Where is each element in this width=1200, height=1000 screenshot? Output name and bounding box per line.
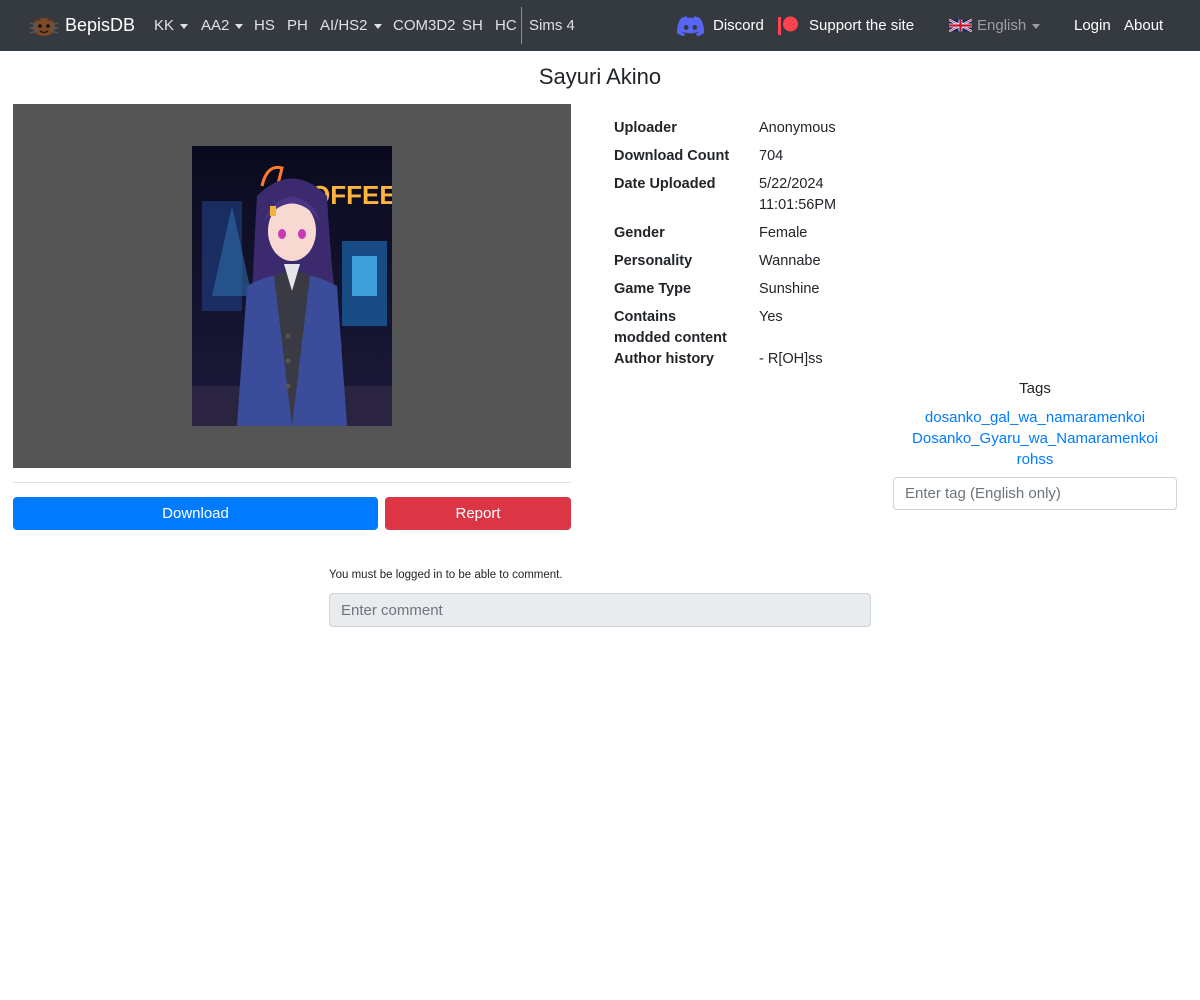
nav-ph-label: PH bbox=[287, 17, 308, 34]
about-label: About bbox=[1124, 17, 1164, 34]
nav-aihs2-dropdown[interactable]: AI/HS2 bbox=[320, 0, 382, 51]
nav-kk-dropdown[interactable]: KK bbox=[154, 0, 189, 51]
bepis-logo-icon bbox=[29, 16, 59, 36]
nav-sims4-link[interactable]: Sims 4 bbox=[529, 0, 575, 51]
discord-link[interactable]: Discord bbox=[677, 0, 764, 51]
caret-down-icon bbox=[1032, 24, 1041, 29]
nav-kk-label: KK bbox=[154, 17, 175, 34]
report-button[interactable]: Report bbox=[385, 497, 571, 530]
nav-aa2-label: AA2 bbox=[201, 17, 230, 34]
language-dropdown[interactable]: English bbox=[949, 0, 1041, 51]
discord-label: Discord bbox=[713, 17, 764, 34]
tags-heading: Tags bbox=[1019, 380, 1051, 397]
nav-sh-label: SH bbox=[462, 17, 483, 34]
nav-aihs2-label: AI/HS2 bbox=[320, 17, 368, 34]
nav-aa2-dropdown[interactable]: AA2 bbox=[201, 0, 244, 51]
tags-list: dosanko_gal_wa_namaramenkoi Dosanko_Gyar… bbox=[893, 407, 1177, 470]
divider bbox=[13, 482, 571, 483]
login-label: Login bbox=[1074, 17, 1111, 34]
date-uploaded-label: Date Uploaded bbox=[614, 176, 716, 192]
nav-divider bbox=[521, 7, 522, 44]
character-illustration: OFFEE bbox=[192, 146, 392, 426]
nav-hs-link[interactable]: HS bbox=[254, 0, 275, 51]
patreon-icon bbox=[778, 16, 798, 35]
game-type-value: Sunshine bbox=[759, 281, 820, 297]
game-type-label: Game Type bbox=[614, 281, 692, 297]
brand-link[interactable]: BepisDB bbox=[29, 0, 135, 51]
modded-content-label-line2: modded content bbox=[614, 330, 727, 346]
nav-ph-link[interactable]: PH bbox=[287, 0, 308, 51]
tag-input[interactable] bbox=[893, 477, 1177, 510]
personality-label: Personality bbox=[614, 253, 693, 269]
language-label: English bbox=[977, 17, 1027, 34]
author-history-label: Author history bbox=[614, 351, 714, 367]
page-title: Sayuri Akino bbox=[538, 64, 662, 89]
modded-content-label-line1: Contains bbox=[614, 309, 677, 325]
download-count-label: Download Count bbox=[614, 148, 730, 164]
uk-flag-icon bbox=[949, 18, 972, 33]
card-image-frame: OFFEE bbox=[13, 104, 571, 468]
caret-down-icon bbox=[373, 24, 382, 29]
gender-label: Gender bbox=[614, 225, 665, 241]
brand-name: BepisDB bbox=[65, 15, 136, 35]
support-label: Support the site bbox=[809, 17, 915, 34]
caret-down-icon bbox=[180, 24, 189, 29]
comment-input[interactable] bbox=[329, 593, 871, 627]
caret-down-icon bbox=[235, 24, 244, 29]
date-uploaded-time: 11:01:56PM bbox=[759, 197, 837, 213]
uploader-value: Anonymous bbox=[759, 120, 836, 136]
tag-link[interactable]: Dosanko_Gyaru_wa_Namaramenkoi bbox=[893, 428, 1177, 449]
character-card-image[interactable]: OFFEE bbox=[192, 146, 392, 426]
date-uploaded-date: 5/22/2024 bbox=[759, 176, 824, 192]
top-navbar: BepisDB KK AA2 HS PH AI/HS2 COM3D2 SH HC… bbox=[0, 0, 1200, 51]
tag-link[interactable]: rohss bbox=[893, 449, 1177, 470]
comment-login-notice: You must be logged in to be able to comm… bbox=[329, 569, 563, 581]
personality-value: Wannabe bbox=[759, 253, 821, 269]
nav-com3d2-link[interactable]: COM3D2 bbox=[393, 0, 456, 51]
download-count-value: 704 bbox=[759, 148, 784, 164]
nav-hc-label: HC bbox=[495, 17, 517, 34]
nav-sims4-label: Sims 4 bbox=[529, 17, 575, 34]
gender-value: Female bbox=[759, 225, 808, 241]
author-history-value: - R[OH]ss bbox=[759, 351, 823, 367]
download-button[interactable]: Download bbox=[13, 497, 378, 530]
support-link[interactable]: Support the site bbox=[777, 0, 914, 51]
nav-hc-link[interactable]: HC bbox=[495, 0, 517, 51]
modded-content-value: Yes bbox=[759, 309, 783, 325]
login-link[interactable]: Login bbox=[1074, 0, 1111, 51]
about-link[interactable]: About bbox=[1124, 0, 1163, 51]
nav-com3d2-label: COM3D2 bbox=[393, 17, 456, 34]
uploader-label: Uploader bbox=[614, 120, 677, 136]
tag-link[interactable]: dosanko_gal_wa_namaramenkoi bbox=[893, 407, 1177, 428]
nav-sh-link[interactable]: SH bbox=[462, 0, 483, 51]
discord-icon bbox=[677, 15, 704, 36]
nav-hs-label: HS bbox=[254, 17, 275, 34]
